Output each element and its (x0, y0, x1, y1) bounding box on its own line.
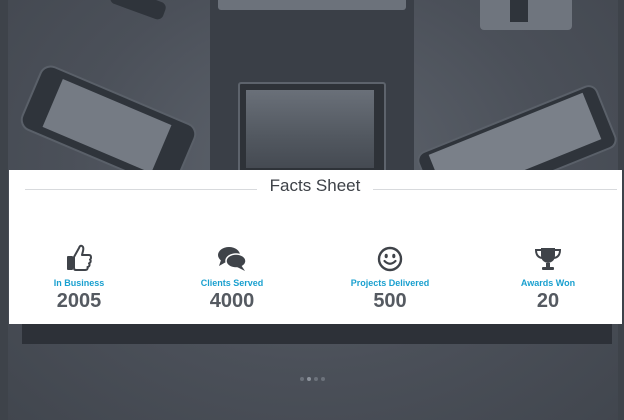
device-image-top-right-shadow (510, 0, 528, 22)
facts-title-row: Facts Sheet (9, 176, 622, 202)
slider-dot-active[interactable] (307, 377, 311, 381)
fact-label: Projects Delivered (350, 278, 430, 288)
fact-value: 2005 (56, 290, 102, 312)
fact-awards-won: Awards Won 20 (478, 242, 618, 313)
fact-in-business: In Business 2005 (9, 242, 149, 313)
fact-label: In Business (53, 278, 105, 288)
fact-value: 20 (536, 290, 560, 312)
fact-clients-served: Clients Served 4000 (162, 242, 302, 313)
slider-dot[interactable] (314, 377, 318, 381)
fact-value: 4000 (209, 290, 255, 312)
chat-bubbles-icon (162, 242, 302, 272)
laptop-screen-image (246, 90, 374, 168)
slider-dot[interactable] (300, 377, 304, 381)
slider-pagination (300, 377, 325, 381)
left-edge (0, 0, 8, 420)
fact-projects-delivered: Projects Delivered 500 (320, 242, 460, 313)
fact-value: 500 (373, 290, 407, 312)
laptop-bottom-edge (218, 0, 406, 10)
slider-dot[interactable] (321, 377, 325, 381)
thumbs-up-icon (9, 242, 149, 272)
lower-dark-panel (22, 322, 612, 344)
divider-line-left (25, 189, 257, 190)
facts-sheet-title: Facts Sheet (269, 176, 361, 195)
divider-line-right (373, 189, 617, 190)
trophy-icon (478, 242, 618, 272)
facts-sheet-panel: Facts Sheet In Business 2005 Clients Ser… (9, 170, 622, 324)
smiley-icon (320, 242, 460, 272)
fact-label: Clients Served (200, 278, 264, 288)
fact-label: Awards Won (520, 278, 576, 288)
